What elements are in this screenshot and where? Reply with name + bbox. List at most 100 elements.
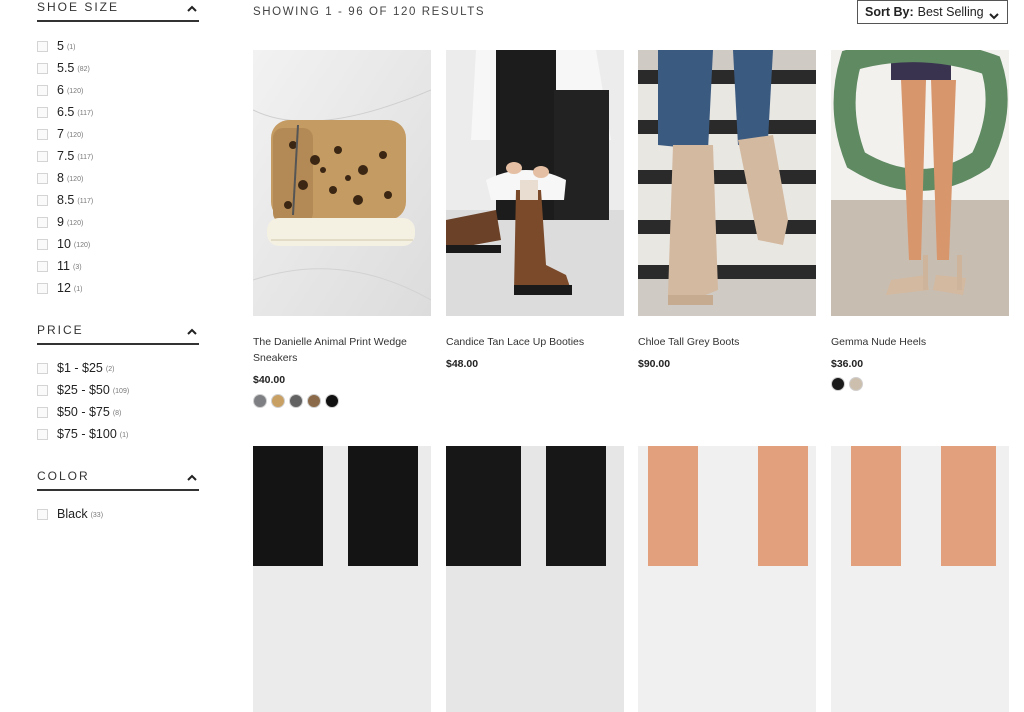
option-count: (109) [112, 387, 130, 395]
option-count: (1) [119, 431, 129, 439]
option-label[interactable]: 6.5 [57, 105, 74, 119]
option-label[interactable]: Black [57, 507, 88, 521]
filter-header-shoe-size[interactable]: SHOE SIZE [37, 0, 199, 22]
filter-title: PRICE [37, 323, 84, 337]
option-label[interactable]: 5 [57, 39, 64, 53]
size-option[interactable]: 10 (120) [37, 237, 90, 251]
size-option[interactable]: 8 (120) [37, 171, 83, 185]
checkbox[interactable] [37, 62, 48, 74]
product-image[interactable] [831, 446, 1009, 712]
checkbox[interactable] [37, 508, 48, 520]
product-name[interactable]: Gemma Nude Heels [831, 334, 1009, 350]
size-option[interactable]: 7 (120) [37, 127, 83, 141]
product-image[interactable] [446, 446, 624, 712]
checkbox[interactable] [37, 150, 48, 162]
option-label[interactable]: $25 - $50 [57, 383, 110, 397]
option-label[interactable]: 11 [57, 259, 70, 273]
checkbox[interactable] [37, 260, 48, 272]
checkbox[interactable] [37, 128, 48, 140]
chevron-down-icon [989, 9, 999, 23]
option-count: (2) [105, 365, 115, 373]
option-label[interactable]: 6 [57, 83, 64, 97]
size-option[interactable]: 11 (3) [37, 259, 82, 273]
option-count: (1) [66, 43, 76, 51]
product-name[interactable]: The Danielle Animal Print Wedge Sneakers [253, 334, 431, 366]
option-label[interactable]: 9 [57, 215, 64, 229]
product-name[interactable]: Chloe Tall Grey Boots [638, 334, 816, 350]
price-option[interactable]: $50 - $75 (8) [37, 405, 121, 419]
product-price: $90.00 [638, 358, 671, 370]
checkbox[interactable] [37, 216, 48, 228]
product-image[interactable] [446, 50, 624, 316]
product-image[interactable] [831, 50, 1009, 316]
option-count: (3) [72, 263, 82, 271]
color-swatch[interactable] [831, 377, 845, 391]
checkbox[interactable] [37, 172, 48, 184]
option-label[interactable]: 7.5 [57, 149, 74, 163]
option-label[interactable]: 12 [57, 281, 71, 295]
option-label[interactable]: $1 - $25 [57, 361, 103, 375]
option-label[interactable]: 7 [57, 127, 64, 141]
color-swatch[interactable] [325, 394, 339, 408]
filter-title: COLOR [37, 469, 90, 483]
results-count: SHOWING 1 - 96 OF 120 RESULTS [253, 6, 486, 18]
option-label[interactable]: 8.5 [57, 193, 74, 207]
option-count: (8) [112, 409, 122, 417]
product-image[interactable] [253, 50, 431, 316]
color-swatch[interactable] [307, 394, 321, 408]
sort-value: Best Selling [917, 5, 984, 19]
size-option[interactable]: 7.5 (117) [37, 149, 93, 163]
sort-dropdown[interactable]: Sort By: Best Selling [857, 0, 1008, 24]
product-image[interactable] [253, 446, 431, 712]
product-image[interactable] [638, 50, 816, 316]
option-count: (120) [66, 87, 84, 95]
color-swatch[interactable] [289, 394, 303, 408]
chevron-up-icon[interactable] [187, 474, 197, 481]
option-count: (82) [77, 65, 90, 73]
checkbox[interactable] [37, 362, 48, 374]
color-option[interactable]: Black (33) [37, 507, 103, 521]
product-name[interactable]: Candice Tan Lace Up Booties [446, 334, 624, 350]
size-option[interactable]: 5 (1) [37, 39, 76, 53]
filter-header-color[interactable]: COLOR [37, 467, 199, 491]
checkbox[interactable] [37, 282, 48, 294]
product-price: $48.00 [446, 358, 479, 370]
color-swatch[interactable] [271, 394, 285, 408]
color-swatch[interactable] [253, 394, 267, 408]
option-label[interactable]: $75 - $100 [57, 427, 117, 441]
swatch-list [253, 394, 339, 408]
option-count: (117) [77, 109, 94, 117]
swatch-list [831, 377, 863, 391]
size-option[interactable]: 5.5 (82) [37, 61, 90, 75]
product-image[interactable] [638, 446, 816, 712]
option-label[interactable]: $50 - $75 [57, 405, 110, 419]
checkbox[interactable] [37, 428, 48, 440]
size-option[interactable]: 12 (1) [37, 281, 82, 295]
size-option[interactable]: 9 (120) [37, 215, 83, 229]
product-price: $40.00 [253, 374, 286, 386]
chevron-up-icon[interactable] [187, 328, 197, 335]
size-option[interactable]: 6.5 (117) [37, 105, 93, 119]
option-count: (120) [73, 241, 91, 249]
filter-title: SHOE SIZE [37, 0, 120, 14]
checkbox[interactable] [37, 106, 48, 118]
checkbox[interactable] [37, 384, 48, 396]
option-label[interactable]: 8 [57, 171, 64, 185]
price-option[interactable]: $75 - $100 (1) [37, 427, 128, 441]
option-label[interactable]: 10 [57, 237, 71, 251]
option-label[interactable]: 5.5 [57, 61, 74, 75]
price-option[interactable]: $25 - $50 (109) [37, 383, 129, 397]
option-count: (120) [66, 131, 84, 139]
checkbox[interactable] [37, 194, 48, 206]
filter-header-price[interactable]: PRICE [37, 321, 199, 345]
size-option[interactable]: 6 (120) [37, 83, 83, 97]
size-option[interactable]: 8.5 (117) [37, 193, 93, 207]
option-count: (117) [77, 153, 94, 161]
chevron-up-icon[interactable] [187, 5, 197, 12]
checkbox[interactable] [37, 238, 48, 250]
checkbox[interactable] [37, 40, 48, 52]
price-option[interactable]: $1 - $25 (2) [37, 361, 114, 375]
checkbox[interactable] [37, 406, 48, 418]
color-swatch[interactable] [849, 377, 863, 391]
checkbox[interactable] [37, 84, 48, 96]
